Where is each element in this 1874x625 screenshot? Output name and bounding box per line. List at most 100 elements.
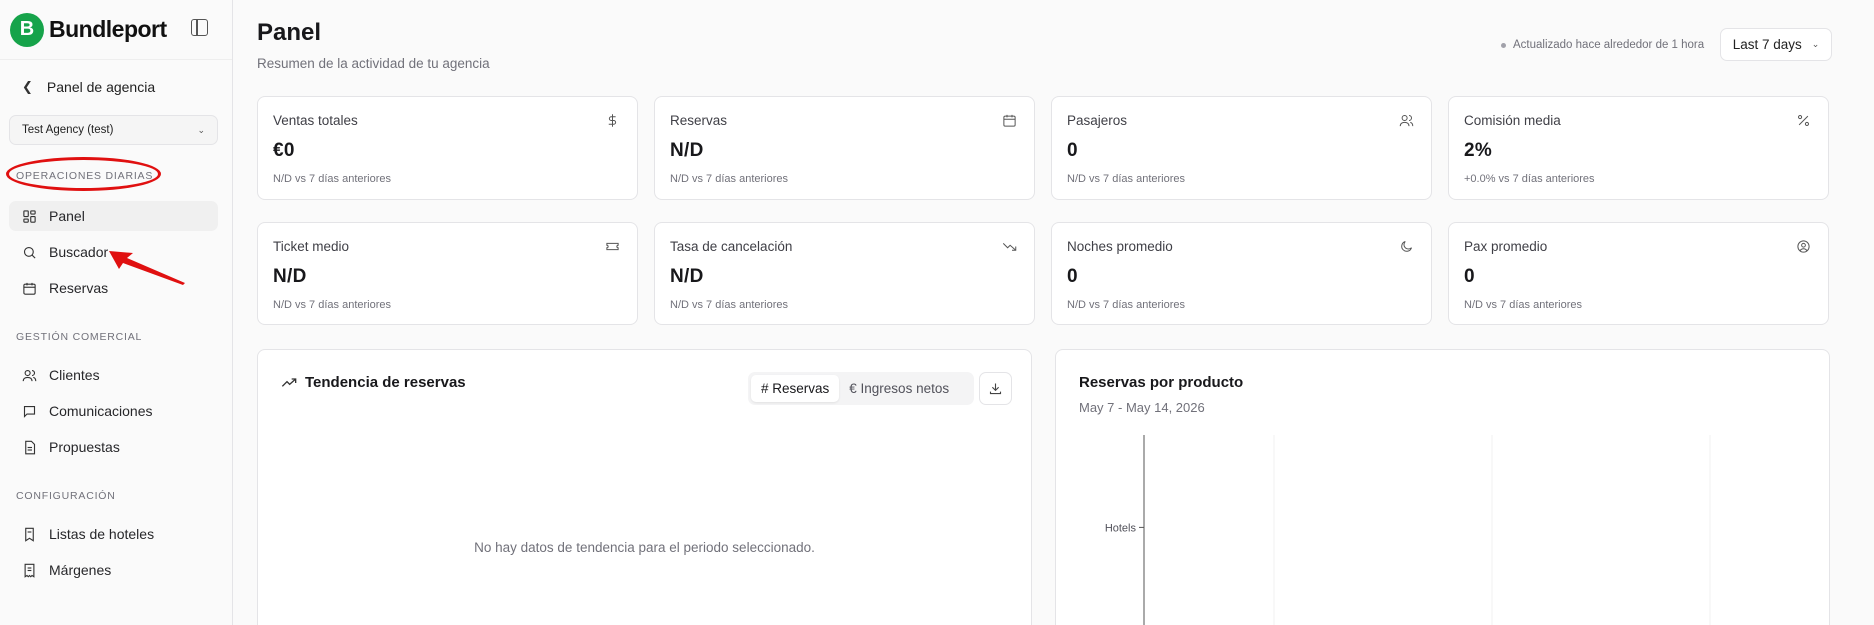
sidebar-item-comunicaciones[interactable]: Comunicaciones <box>9 396 218 426</box>
toggle-ingresos[interactable]: € Ingresos netos <box>839 375 959 402</box>
percent-icon <box>1796 113 1812 129</box>
sidebar-item-reservas[interactable]: Reservas <box>9 273 218 303</box>
trend-empty-message: No hay datos de tendencia para el period… <box>474 540 815 555</box>
page-title: Panel <box>257 19 322 46</box>
message-icon <box>21 403 37 419</box>
status-dot-icon <box>1501 42 1506 48</box>
dollar-icon <box>605 113 621 129</box>
receipt-icon <box>21 562 37 578</box>
sidebar-item-clientes[interactable]: Clientes <box>9 360 218 390</box>
kpi-card-pax: Pax promedio 0 N/D vs 7 días anteriores <box>1448 222 1829 325</box>
users-icon <box>1399 113 1415 129</box>
back-to-agency-panel[interactable]: ❮ Panel de agencia <box>22 79 155 95</box>
download-icon <box>989 383 1002 395</box>
document-icon <box>21 439 37 455</box>
kpi-compare: N/D vs 7 días anteriores <box>273 299 391 311</box>
sidebar-item-label: Comunicaciones <box>49 403 153 419</box>
toggle-reservas[interactable]: # Reservas <box>751 375 840 402</box>
kpi-label: Tasa de cancelación <box>670 239 793 254</box>
ticket-icon <box>605 239 621 255</box>
kpi-compare: N/D vs 7 días anteriores <box>670 173 788 185</box>
sidebar-item-label: Listas de hoteles <box>49 526 155 542</box>
kpi-card-comision: Comisión media 2% +0.0% vs 7 días anteri… <box>1448 96 1829 200</box>
chevron-down-icon: ⌄ <box>197 124 205 135</box>
trend-metric-toggle: # Reservas € Ingresos netos <box>748 372 974 405</box>
kpi-value: 0 <box>1067 140 1078 161</box>
date-range-value: Last 7 days <box>1732 37 1802 52</box>
user-circle-icon <box>1796 239 1812 255</box>
kpi-compare: N/D vs 7 días anteriores <box>670 299 788 311</box>
sidebar-item-label: Panel <box>49 208 85 224</box>
sidebar: B Bundleport ❮ Panel de agencia Test Age… <box>0 0 233 625</box>
search-icon <box>21 244 37 260</box>
date-range-select[interactable]: Last 7 days ⌄ <box>1720 28 1832 61</box>
kpi-card-cancelacion: Tasa de cancelación N/D N/D vs 7 días an… <box>654 222 1035 325</box>
sidebar-item-propuestas[interactable]: Propuestas <box>9 432 218 462</box>
chevron-down-icon: ⌄ <box>1811 39 1820 49</box>
section-title-daily: OPERACIONES DIARIAS <box>16 170 154 182</box>
agency-select[interactable]: Test Agency (test) ⌄ <box>9 115 218 145</box>
kpi-compare: N/D vs 7 días anteriores <box>273 173 391 185</box>
product-title: Reservas por producto <box>1079 374 1244 391</box>
kpi-card-ticket: Ticket medio N/D N/D vs 7 días anteriore… <box>257 222 638 325</box>
product-date-range: May 7 - May 14, 2026 <box>1079 400 1205 415</box>
sidebar-item-margenes[interactable]: Márgenes <box>9 555 218 585</box>
sidebar-item-label: Buscador <box>49 244 109 260</box>
users-icon <box>21 367 37 383</box>
section-title-commercial: GESTIÓN COMERCIAL <box>16 331 143 343</box>
sidebar-item-label: Clientes <box>49 367 100 383</box>
sidebar-item-listas-hoteles[interactable]: Listas de hoteles <box>9 519 218 549</box>
section-title-config: CONFIGURACIÓN <box>16 490 116 502</box>
kpi-compare: N/D vs 7 días anteriores <box>1067 173 1185 185</box>
kpi-card-noches: Noches promedio 0 N/D vs 7 días anterior… <box>1051 222 1432 325</box>
kpi-value: N/D <box>273 266 307 287</box>
kpi-label: Ticket medio <box>273 239 350 254</box>
chevron-left-icon: ❮ <box>22 79 33 94</box>
trend-title: Tendencia de reservas <box>281 374 466 391</box>
brand-name: Bundleport <box>49 16 167 42</box>
trend-card: Tendencia de reservas # Reservas € Ingre… <box>257 349 1032 625</box>
sidebar-item-label: Propuestas <box>49 439 120 455</box>
back-label: Panel de agencia <box>46 79 156 95</box>
kpi-label: Noches promedio <box>1067 239 1173 254</box>
kpi-value: N/D <box>670 266 704 287</box>
sidebar-item-panel[interactable]: Panel <box>9 201 218 231</box>
calendar-icon <box>1002 113 1018 129</box>
last-updated-text: Actualizado hace alrededor de 1 hora <box>1513 39 1705 51</box>
page-subtitle: Resumen de la actividad de tu agencia <box>257 56 490 71</box>
last-updated: Actualizado hace alrededor de 1 hora <box>1501 39 1704 51</box>
moon-icon <box>1399 239 1415 255</box>
sidebar-item-label: Reservas <box>49 280 109 296</box>
sidebar-toggle-icon[interactable] <box>191 19 208 36</box>
trending-up-icon <box>281 377 297 387</box>
kpi-card-pasajeros: Pasajeros 0 N/D vs 7 días anteriores <box>1051 96 1432 200</box>
y-tick-label: Hotels <box>1105 522 1137 534</box>
kpi-label: Ventas totales <box>273 113 358 128</box>
kpi-card-ventas: Ventas totales €0 N/D vs 7 días anterior… <box>257 96 638 200</box>
bookmark-list-icon <box>21 526 37 542</box>
kpi-value: 2% <box>1464 140 1493 161</box>
kpi-compare: N/D vs 7 días anteriores <box>1067 299 1185 311</box>
dashboard-icon <box>21 208 37 224</box>
kpi-value: €0 <box>273 140 295 161</box>
product-bar-chart: Hotels <box>1105 435 1711 625</box>
product-card: Reservas por producto May 7 - May 14, 20… <box>1055 349 1830 625</box>
kpi-value: N/D <box>670 140 704 161</box>
calendar-icon <box>21 280 37 296</box>
kpi-label: Reservas <box>670 113 728 128</box>
brand-mark: B <box>10 12 44 47</box>
trend-title-text: Tendencia de reservas <box>305 374 466 391</box>
trending-down-icon <box>1002 239 1018 255</box>
agency-select-value: Test Agency (test) <box>22 124 114 136</box>
kpi-value: 0 <box>1067 266 1078 287</box>
kpi-compare: N/D vs 7 días anteriores <box>1464 299 1582 311</box>
kpi-label: Comisión media <box>1464 113 1561 128</box>
kpi-value: 0 <box>1464 266 1475 287</box>
kpi-label: Pax promedio <box>1464 239 1548 254</box>
download-button[interactable] <box>979 372 1012 405</box>
sidebar-item-label: Márgenes <box>49 562 112 578</box>
sidebar-item-buscador[interactable]: Buscador <box>9 237 218 267</box>
main-content: Panel Resumen de la actividad de tu agen… <box>234 0 1852 625</box>
kpi-label: Pasajeros <box>1067 113 1128 128</box>
kpi-compare: +0.0% vs 7 días anteriores <box>1464 173 1595 185</box>
